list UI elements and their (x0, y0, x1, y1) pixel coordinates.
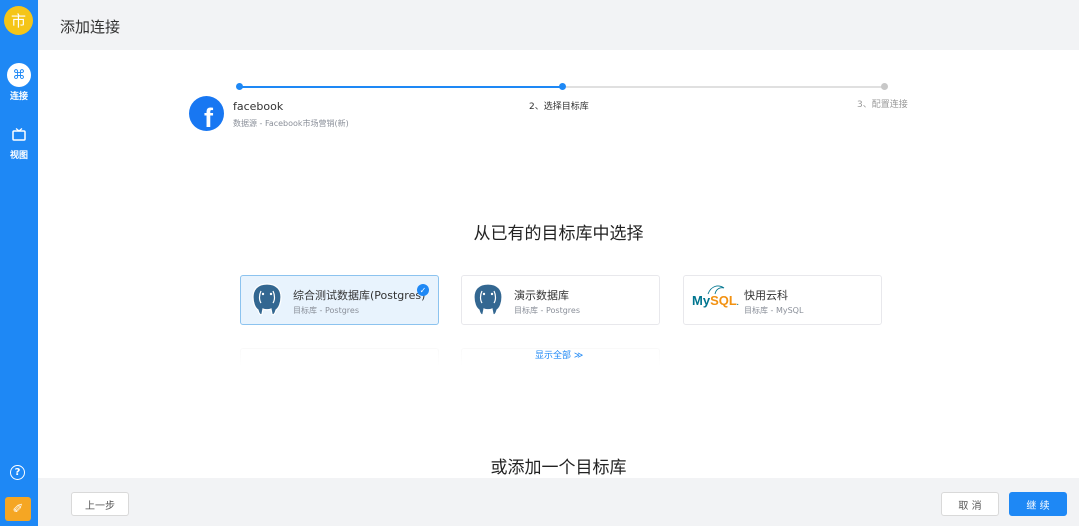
page-header: 添加连接 (38, 0, 1079, 50)
target-card-name: 快用云科 (744, 289, 788, 302)
target-card-mysql[interactable]: MySQL. 快用云科 目标库 - MySQL (683, 275, 882, 325)
target-card-postgres-test[interactable]: 综合测试数据库(Postgres) 目标库 - Postgres ✓ (240, 275, 439, 325)
cancel-button[interactable]: 取 消 (941, 492, 999, 516)
page-title: 添加连接 (60, 18, 121, 36)
tv-icon (7, 122, 31, 146)
footer-bar: 上一步 取 消 继 续 (38, 478, 1079, 526)
postgres-icon (473, 283, 503, 316)
target-card-name: 综合测试数据库(Postgres) (293, 289, 426, 302)
step-dot-2 (559, 83, 566, 90)
source-name: facebook (233, 100, 284, 113)
step-progress-done (240, 86, 562, 88)
postgres-icon (252, 283, 282, 316)
step-3-label: 3、配置连接 (857, 100, 908, 110)
app-logo[interactable]: 市 (4, 6, 33, 35)
source-description: 数据源 - Facebook市场营销(新) (233, 119, 349, 128)
sidebar: 市 ⌘ 连接 视图 ? ✐ (0, 0, 38, 526)
target-card-type: 目标库 - MySQL (744, 306, 804, 315)
sidebar-item-label: 视图 (9, 151, 28, 161)
target-card-type: 目标库 - Postgres (293, 306, 359, 315)
sidebar-item-label: 连接 (9, 92, 28, 102)
target-card-name: 演示数据库 (514, 289, 569, 302)
existing-targets-title: 从已有的目标库中选择 (473, 224, 644, 244)
sidebar-item-views[interactable]: 视图 (0, 122, 38, 161)
command-icon: ⌘ (7, 63, 31, 87)
show-all-link[interactable]: 显示全部 ≫ (535, 348, 583, 361)
facebook-icon: f (189, 96, 224, 131)
target-card-postgres-demo[interactable]: 演示数据库 目标库 - Postgres (461, 275, 660, 325)
sidebar-item-connections[interactable]: ⌘ 连接 (0, 63, 38, 102)
step-dot-3 (881, 83, 888, 90)
add-target-title: 或添加一个目标库 (490, 458, 627, 478)
help-icon[interactable]: ? (10, 465, 25, 480)
rocket-icon[interactable]: ✐ (5, 497, 31, 521)
target-card-type: 目标库 - Postgres (514, 306, 580, 315)
dolphin-icon (707, 285, 725, 295)
step-progress-pending (566, 86, 884, 88)
step-dot-1 (236, 83, 243, 90)
step-2-label: 2、选择目标库 (529, 102, 589, 112)
main-panel: f facebook 数据源 - Facebook市场营销(新) 2、选择目标库… (38, 50, 1079, 478)
continue-button[interactable]: 继 续 (1009, 492, 1067, 516)
check-icon: ✓ (417, 284, 429, 296)
previous-step-button[interactable]: 上一步 (71, 492, 129, 516)
